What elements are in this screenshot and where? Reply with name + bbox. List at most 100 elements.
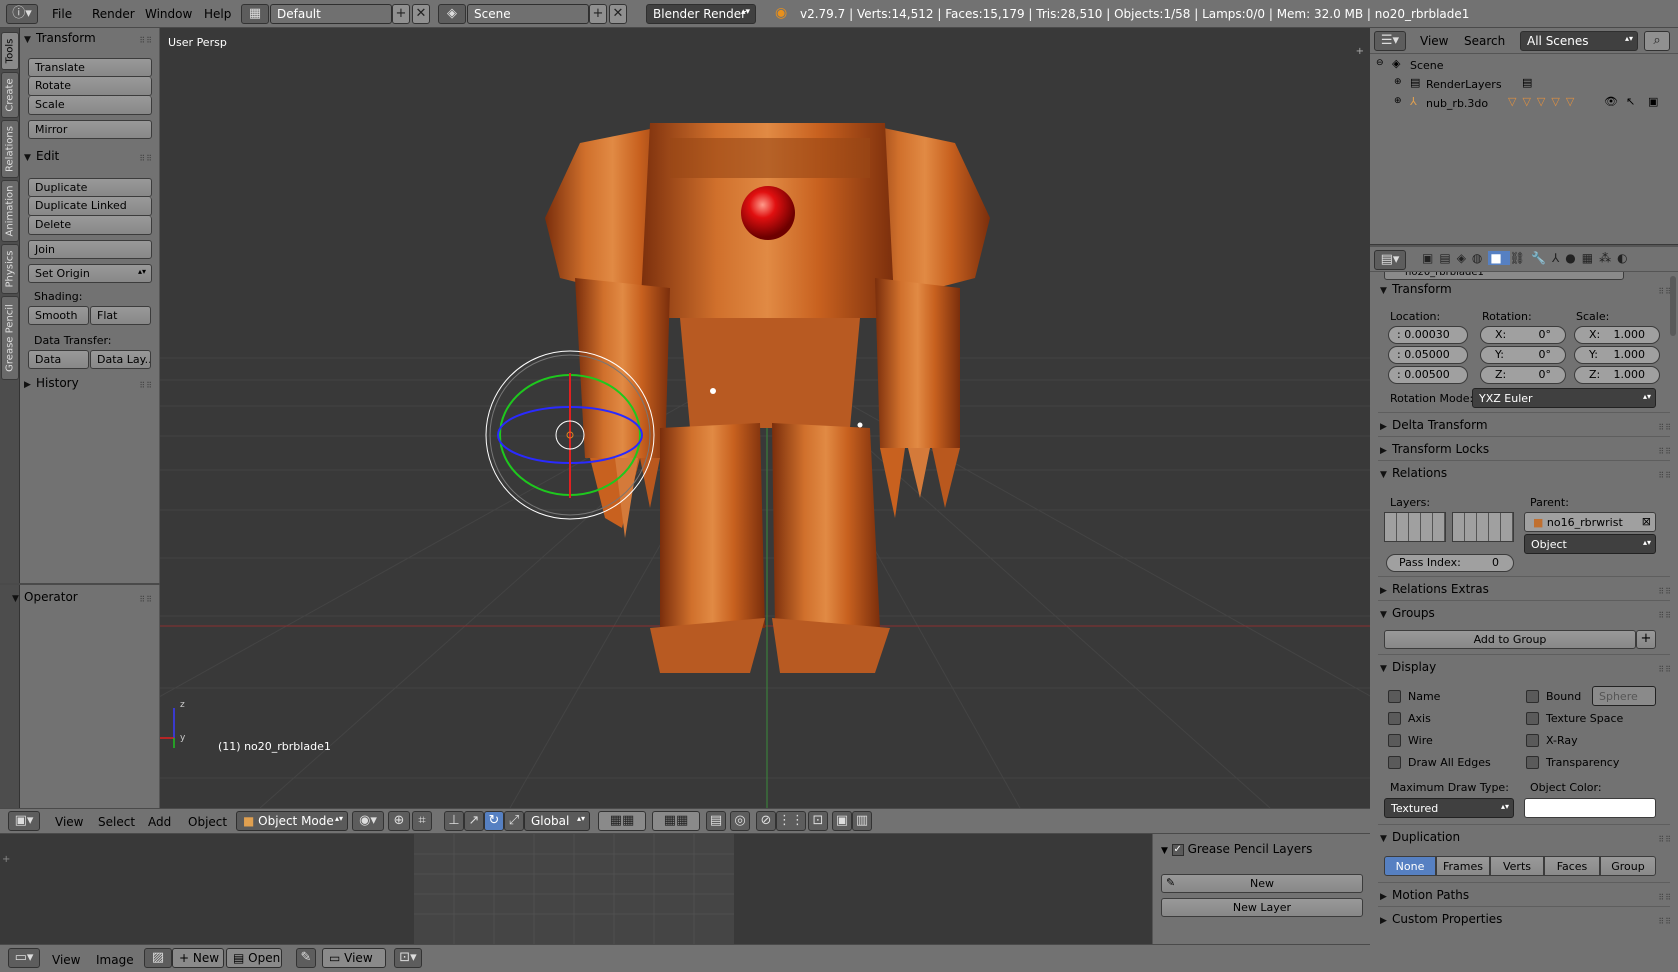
object-name-field[interactable]: no20_rbrblade1 bbox=[1384, 272, 1624, 280]
join-button[interactable]: Join bbox=[28, 240, 152, 259]
drag-grip-icon[interactable]: ⠿⠿ bbox=[1658, 893, 1672, 902]
menu-add[interactable]: Add bbox=[148, 815, 171, 829]
camera-icon[interactable]: ▣ bbox=[1648, 95, 1658, 108]
render-tab-icon[interactable]: ▣ bbox=[1422, 251, 1439, 265]
dup-none-button[interactable]: None bbox=[1384, 856, 1436, 876]
drag-grip-icon[interactable]: ⠿⠿ bbox=[1658, 917, 1672, 926]
modifiers-tab-icon[interactable]: 🔧 bbox=[1531, 251, 1552, 265]
axis-checkbox[interactable] bbox=[1388, 712, 1401, 725]
delete-button[interactable]: Delete bbox=[28, 216, 152, 235]
outliner-row-scene[interactable]: ⊖ ◈ Scene bbox=[1370, 56, 1678, 75]
translate-manipulator-icon[interactable]: ⊥ bbox=[444, 811, 464, 831]
eye-icon[interactable]: 👁 bbox=[1604, 95, 1618, 108]
add-to-group-button[interactable]: Add to Group bbox=[1384, 630, 1636, 649]
draw-all-edges-checkbox[interactable] bbox=[1388, 756, 1401, 769]
data-layout-button[interactable]: Data Lay.. bbox=[90, 350, 151, 369]
drag-grip-icon[interactable]: ⠿⠿ bbox=[139, 595, 153, 604]
delta-transform-panel-header[interactable]: ▶ Delta Transform ⠿⠿ bbox=[1380, 418, 1674, 438]
menu-view[interactable]: View bbox=[1420, 34, 1448, 48]
menu-object[interactable]: Object bbox=[188, 815, 227, 829]
3d-viewport[interactable]: User Persp z y (11) no20_rbrblade1 + bbox=[160, 28, 1370, 808]
set-origin-select[interactable]: Set Origin ▴▾ bbox=[28, 264, 152, 283]
outliner-row-renderlayers[interactable]: ⊕ ▤ RenderLayers ▤ bbox=[1370, 75, 1678, 94]
data-transfer-button[interactable]: Data bbox=[28, 350, 89, 369]
properties-editor-icon[interactable]: ▤▾ bbox=[1374, 250, 1406, 270]
xray-checkbox[interactable] bbox=[1526, 734, 1539, 747]
translate-button[interactable]: Translate bbox=[28, 58, 152, 77]
display-panel-header[interactable]: ▼ Display ⠿⠿ bbox=[1380, 660, 1674, 680]
tab-create[interactable]: Create bbox=[1, 72, 19, 118]
image-editor-type-icon[interactable]: ▭▾ bbox=[8, 948, 40, 968]
expand-icon[interactable]: ⊕ bbox=[1394, 96, 1402, 106]
render-layers-tab-icon[interactable]: ▤ bbox=[1439, 251, 1456, 265]
particles-tab-icon[interactable]: ⁂ bbox=[1599, 251, 1617, 265]
snap-element-icon[interactable]: ⋮⋮ bbox=[776, 811, 806, 831]
flat-shading-button[interactable]: Flat bbox=[90, 306, 151, 325]
open-image-button[interactable]: ▤ Open bbox=[226, 948, 282, 968]
new-image-button[interactable]: + New bbox=[172, 948, 224, 968]
transform-panel-header[interactable]: ▼ Transform ⠿⠿ bbox=[24, 31, 155, 51]
drag-grip-icon[interactable]: ⠿⠿ bbox=[1658, 665, 1672, 674]
edit-panel-header[interactable]: ▼ Edit ⠿⠿ bbox=[24, 149, 155, 169]
uv-sync-icon[interactable]: ⊡▾ bbox=[394, 948, 422, 968]
scene-tab-icon[interactable]: ◈ bbox=[1457, 251, 1472, 265]
new-grease-pencil-button[interactable]: ✎ New bbox=[1161, 874, 1363, 893]
object-color-swatch[interactable] bbox=[1524, 798, 1656, 818]
menu-render[interactable]: Render bbox=[92, 7, 135, 21]
properties-toggle-icon[interactable]: + bbox=[1356, 46, 1364, 57]
outliner-editor-icon[interactable]: ☰▾ bbox=[1374, 31, 1406, 51]
grease-pencil-checkbox[interactable]: ✓ bbox=[1171, 843, 1184, 856]
image-browse-icon[interactable]: ▨ bbox=[144, 948, 172, 968]
scene-name-field[interactable]: Scene bbox=[467, 4, 589, 24]
tab-animation[interactable]: Animation bbox=[1, 180, 19, 242]
max-draw-type-select[interactable]: Textured ▴▾ bbox=[1384, 798, 1514, 818]
transform-panel-header[interactable]: ▼ Transform ⠿⠿ bbox=[1380, 282, 1674, 302]
rotation-y-field[interactable]: Y: 0° bbox=[1480, 346, 1566, 364]
object-tab-icon[interactable]: ■ bbox=[1488, 251, 1510, 265]
menu-window[interactable]: Window bbox=[145, 7, 192, 21]
properties-context-tabs[interactable]: ▣▤◈◍ ■ ⛓🔧⅄●▦⁂◐ bbox=[1422, 251, 1634, 265]
arrow-icon[interactable]: ↗ bbox=[464, 811, 484, 831]
info-editor-type-icon[interactable]: ⓘ▾ bbox=[6, 4, 38, 24]
wire-checkbox[interactable] bbox=[1388, 734, 1401, 747]
drag-grip-icon[interactable]: ⠿⠿ bbox=[1658, 587, 1672, 596]
layer-buttons-icon[interactable]: ▦▦ bbox=[598, 811, 646, 831]
drag-grip-icon[interactable]: ⠿⠿ bbox=[1658, 611, 1672, 620]
tab-grease-pencil[interactable]: Grease Pencil bbox=[1, 296, 19, 380]
bound-checkbox[interactable] bbox=[1526, 690, 1539, 703]
cursor-icon[interactable]: ↖ bbox=[1626, 95, 1635, 108]
dup-group-button[interactable]: Group bbox=[1600, 856, 1656, 876]
relations-panel-header[interactable]: ▼ Relations ⠿⠿ bbox=[1380, 466, 1674, 486]
transform-locks-panel-header[interactable]: ▶ Transform Locks ⠿⠿ bbox=[1380, 442, 1674, 462]
parent-type-select[interactable]: Object ▴▾ bbox=[1524, 534, 1656, 554]
layer-buttons-icon[interactable]: ▦▦ bbox=[652, 811, 700, 831]
layout-name-field[interactable]: Default bbox=[270, 4, 392, 24]
bound-type-select[interactable]: Sphere bbox=[1592, 686, 1656, 706]
search-icon[interactable]: ⌕ bbox=[1644, 31, 1670, 51]
tab-tools[interactable]: Tools bbox=[1, 32, 19, 70]
pin-icon[interactable]: ✎ bbox=[296, 948, 316, 968]
data-tab-icon[interactable]: ⅄ bbox=[1552, 251, 1565, 265]
name-checkbox[interactable] bbox=[1388, 690, 1401, 703]
lock-layers-icon[interactable]: ▤ bbox=[706, 811, 726, 831]
scale-button[interactable]: Scale bbox=[28, 96, 152, 115]
scale-z-field[interactable]: Z: 1.000 bbox=[1574, 366, 1660, 384]
panel-toggle-icon[interactable]: + bbox=[2, 854, 10, 865]
screen-layout-icon[interactable]: ▦ bbox=[241, 4, 269, 24]
menu-view[interactable]: View bbox=[52, 953, 80, 967]
menu-file[interactable]: File bbox=[52, 7, 72, 21]
menu-select[interactable]: Select bbox=[98, 815, 135, 829]
snap-target-icon[interactable]: ⊡ bbox=[808, 811, 828, 831]
layer-grid-2[interactable] bbox=[1452, 512, 1514, 542]
snap-icon[interactable]: ⊘ bbox=[756, 811, 776, 831]
collapse-icon[interactable]: ⊖ bbox=[1376, 58, 1384, 68]
remove-scene-icon[interactable]: ✕ bbox=[609, 4, 627, 24]
operator-panel-header[interactable]: ▼ Operator ⠿⠿ bbox=[12, 590, 155, 610]
physics-tab-icon[interactable]: ◐ bbox=[1617, 251, 1633, 265]
properties-scrollbar[interactable] bbox=[1670, 276, 1676, 336]
rotation-mode-select[interactable]: YXZ Euler ▴▾ bbox=[1472, 388, 1656, 408]
remove-layout-icon[interactable]: ✕ bbox=[412, 4, 430, 24]
expand-icon[interactable]: ⊕ bbox=[1394, 77, 1402, 87]
constraints-tab-icon[interactable]: ⛓ bbox=[1510, 251, 1531, 265]
custom-properties-panel-header[interactable]: ▶ Custom Properties ⠿⠿ bbox=[1380, 912, 1674, 932]
